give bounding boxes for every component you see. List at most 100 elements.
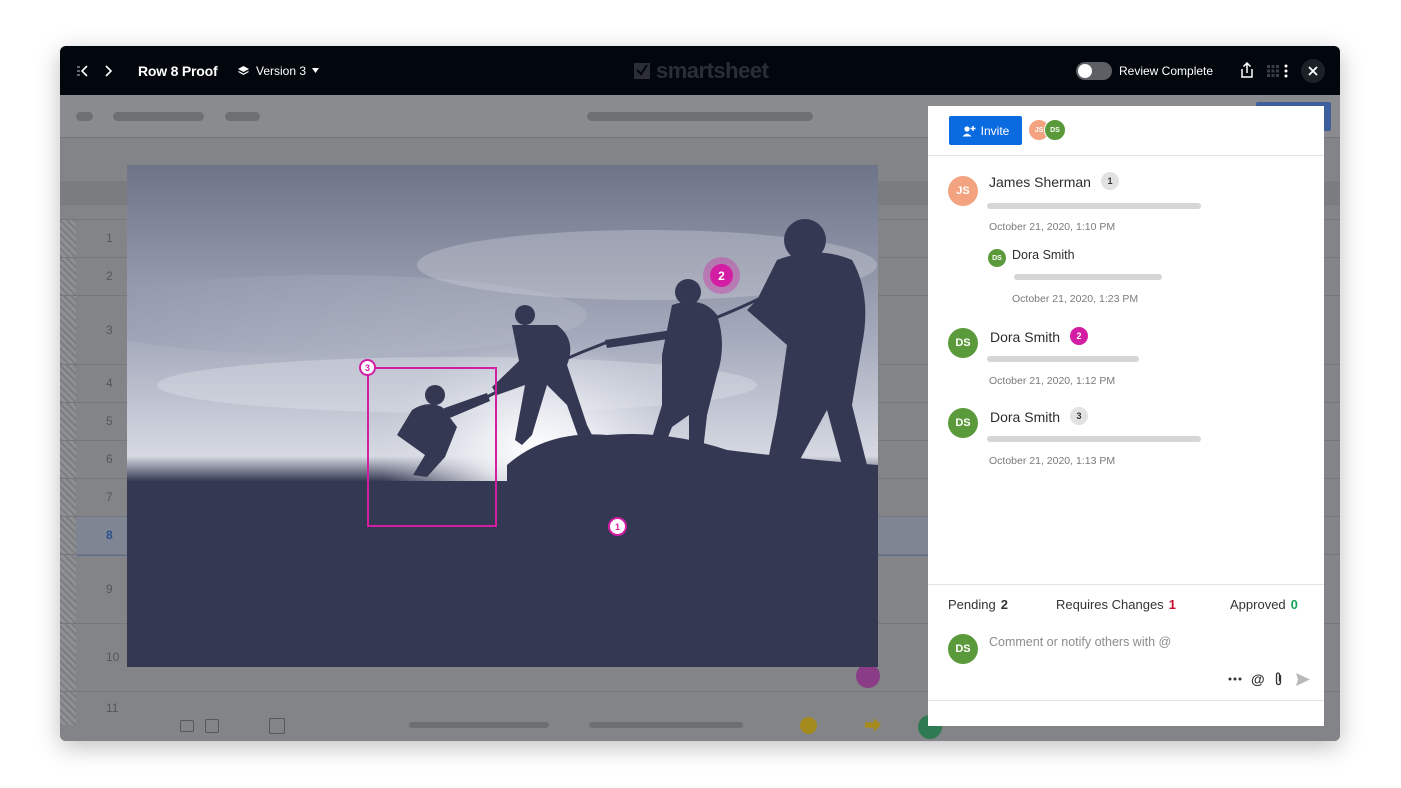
comment-author-avatar: DS <box>948 328 978 358</box>
next-proof-icon[interactable] <box>103 46 115 95</box>
row-number-label: 4 <box>106 376 113 390</box>
composer-actions: @ <box>1228 671 1310 687</box>
row-number-label: 2 <box>106 269 113 283</box>
close-button[interactable] <box>1301 46 1325 95</box>
row-number-label: 8 <box>106 528 113 542</box>
row-number: 5 <box>60 414 120 428</box>
row-drag-handle <box>60 623 76 691</box>
review-complete-toggle[interactable] <box>1076 46 1112 95</box>
proof-title: Row 8 Proof <box>138 62 218 79</box>
row-number: 1 <box>60 231 120 245</box>
version-label: Version 3 <box>256 63 307 78</box>
share-icon[interactable] <box>1239 46 1255 95</box>
version-dropdown[interactable]: Version 3 <box>237 46 320 95</box>
send-icon[interactable] <box>1295 672 1310 686</box>
invite-label: Invite <box>980 123 1010 138</box>
row-number-label: 5 <box>106 414 113 428</box>
caret-down-icon <box>312 68 320 73</box>
comment-timestamp: October 21, 2020, 1:12 PM <box>989 375 1116 387</box>
row-number: 8 <box>60 528 120 542</box>
row-number: 2 <box>60 269 120 283</box>
comment-author-name[interactable]: Dora Smith <box>990 329 1060 345</box>
row-number-label: 10 <box>106 650 120 664</box>
comment-marker-badge[interactable]: 3 <box>1070 407 1088 425</box>
add-person-icon <box>962 125 976 136</box>
row-number-label: 11 <box>106 701 119 715</box>
reply-text-placeholder <box>1014 274 1162 280</box>
status-approved: Approved 0 <box>1230 597 1298 612</box>
comment-text-placeholder <box>987 356 1139 362</box>
panel-header: Invite JS DS <box>928 106 1324 156</box>
viewer-header: Row 8 Proof Version 3 smartsheet Review … <box>60 46 1340 95</box>
row-number: 9 <box>60 582 120 596</box>
status-requires-changes: Requires Changes 1 <box>1056 597 1176 612</box>
row-drag-handle <box>60 364 76 402</box>
status-pending: Pending 2 <box>948 597 1008 612</box>
row-drag-handle <box>60 516 76 554</box>
proof-image-canvas <box>127 165 878 667</box>
row-number-label: 1 <box>106 231 113 245</box>
comment-timestamp: October 21, 2020, 1:13 PM <box>989 455 1116 467</box>
row-number: 11 <box>60 701 120 715</box>
proof-viewer-window: Row 8 Proof Version 3 smartsheet Review … <box>60 46 1340 741</box>
row-number: 4 <box>60 376 120 390</box>
row-drag-handle <box>60 402 76 440</box>
composer-avatar: DS <box>948 634 978 664</box>
row-number: 6 <box>60 452 120 466</box>
collapse-icon[interactable] <box>76 46 90 95</box>
comment-text-placeholder <box>987 436 1201 442</box>
logo-mark-icon <box>634 62 650 79</box>
reply-author-avatar: DS <box>988 249 1006 267</box>
comment-author-avatar: DS <box>948 408 978 438</box>
invite-button[interactable]: Invite <box>949 116 1022 145</box>
comment-author-name[interactable]: James Sherman <box>989 174 1091 190</box>
comment-marker-badge[interactable]: 1 <box>1101 172 1119 190</box>
bottom-row-cells <box>170 707 942 741</box>
annotation-2-marker[interactable]: 2 <box>710 264 733 287</box>
proof-image[interactable]: 3 1 2 <box>127 165 878 667</box>
row-number: 3 <box>60 323 120 337</box>
requires-changes-count: 1 <box>1168 597 1176 612</box>
row-drag-handle <box>60 440 76 478</box>
row-number-label: 7 <box>106 490 113 504</box>
comment-text-placeholder <box>987 203 1201 209</box>
annotation-1-marker[interactable]: 1 <box>608 517 627 536</box>
row-drag-handle <box>60 691 76 725</box>
row-drag-handle <box>60 478 76 516</box>
reply-timestamp: October 21, 2020, 1:23 PM <box>1012 293 1139 305</box>
mention-icon[interactable]: @ <box>1251 671 1265 687</box>
row-number-label: 3 <box>106 322 113 337</box>
row-drag-handle <box>60 295 76 364</box>
attachment-icon[interactable] <box>1274 672 1283 686</box>
comment-author-name[interactable]: Dora Smith <box>990 409 1060 425</box>
row-number: 10 <box>60 650 120 664</box>
annotation-3-number: 3 <box>364 362 370 373</box>
more-horizontal-icon[interactable] <box>1228 677 1242 681</box>
row-drag-handle <box>60 257 76 295</box>
comment-timestamp: October 21, 2020, 1:10 PM <box>989 221 1116 233</box>
toggle-switch[interactable] <box>1076 61 1112 80</box>
collaborator-avatar-ds[interactable]: DS <box>1044 119 1066 141</box>
pending-count: 2 <box>1000 597 1008 612</box>
row-number-label: 6 <box>106 452 113 466</box>
comment-input[interactable]: Comment or notify others with @ <box>989 635 1171 649</box>
annotation-1-number: 1 <box>614 521 620 532</box>
close-icon[interactable] <box>1301 58 1325 83</box>
row-number-label: 9 <box>106 581 113 596</box>
reply-author-name[interactable]: Dora Smith <box>1012 248 1075 262</box>
review-complete-label: Review Complete <box>1119 63 1214 78</box>
more-vertical-icon[interactable] <box>1284 46 1288 95</box>
comments-panel: Invite JS DS JS James Sherman 1 October … <box>928 106 1324 726</box>
comment-marker-badge-active[interactable]: 2 <box>1070 327 1088 345</box>
comment-author-avatar: JS <box>948 176 978 206</box>
panel-footer: Pending 2 Requires Changes 1 Approved 0 DS … <box>928 584 1324 727</box>
row-drag-handle <box>60 554 76 623</box>
annotation-3-rectangle[interactable] <box>367 367 497 527</box>
smartsheet-logo: smartsheet <box>634 46 769 95</box>
grid-icon[interactable] <box>1267 46 1279 95</box>
layers-icon <box>238 65 249 75</box>
annotation-3-marker[interactable]: 3 <box>359 359 376 376</box>
logo-text: smartsheet <box>656 57 769 83</box>
annotation-2-number: 2 <box>718 268 725 283</box>
row-drag-handle <box>60 219 76 257</box>
